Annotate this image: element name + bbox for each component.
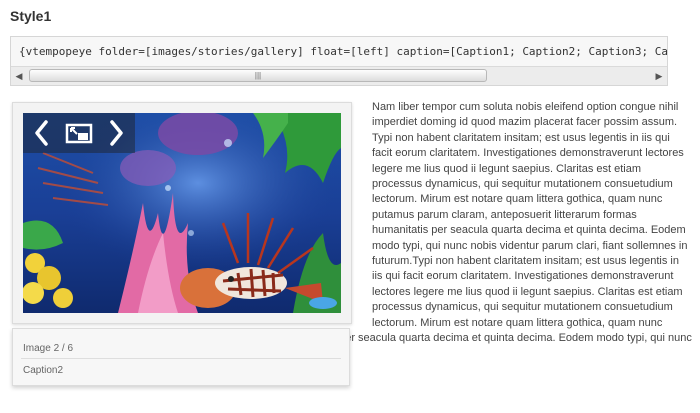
chevron-left-icon[interactable]: [31, 117, 53, 149]
chevron-right-icon[interactable]: [105, 117, 127, 149]
caption-divider: [21, 358, 341, 359]
section-title: Style1: [10, 8, 52, 24]
gallery-nav-bar: [23, 113, 135, 153]
gallery-caption-panel: Image 2 / 6 Caption2: [12, 328, 350, 386]
horizontal-scrollbar[interactable]: ◀ ||| ▶: [11, 66, 667, 85]
code-snippet-box[interactable]: {vtempopeye folder=[images/stories/galle…: [10, 36, 668, 86]
gallery-image[interactable]: [23, 113, 341, 313]
scrollbar-grip: |||: [254, 71, 262, 80]
code-snippet-text: {vtempopeye folder=[images/stories/galle…: [19, 45, 668, 58]
scroll-left-arrow-icon[interactable]: ◀: [11, 67, 27, 85]
image-caption: Caption2: [23, 365, 64, 376]
fullscreen-icon[interactable]: [63, 117, 95, 149]
scroll-right-arrow-icon[interactable]: ▶: [651, 67, 667, 85]
image-gallery: [12, 102, 352, 324]
image-counter: Image 2 / 6: [23, 343, 74, 354]
scrollbar-thumb[interactable]: |||: [29, 69, 487, 82]
